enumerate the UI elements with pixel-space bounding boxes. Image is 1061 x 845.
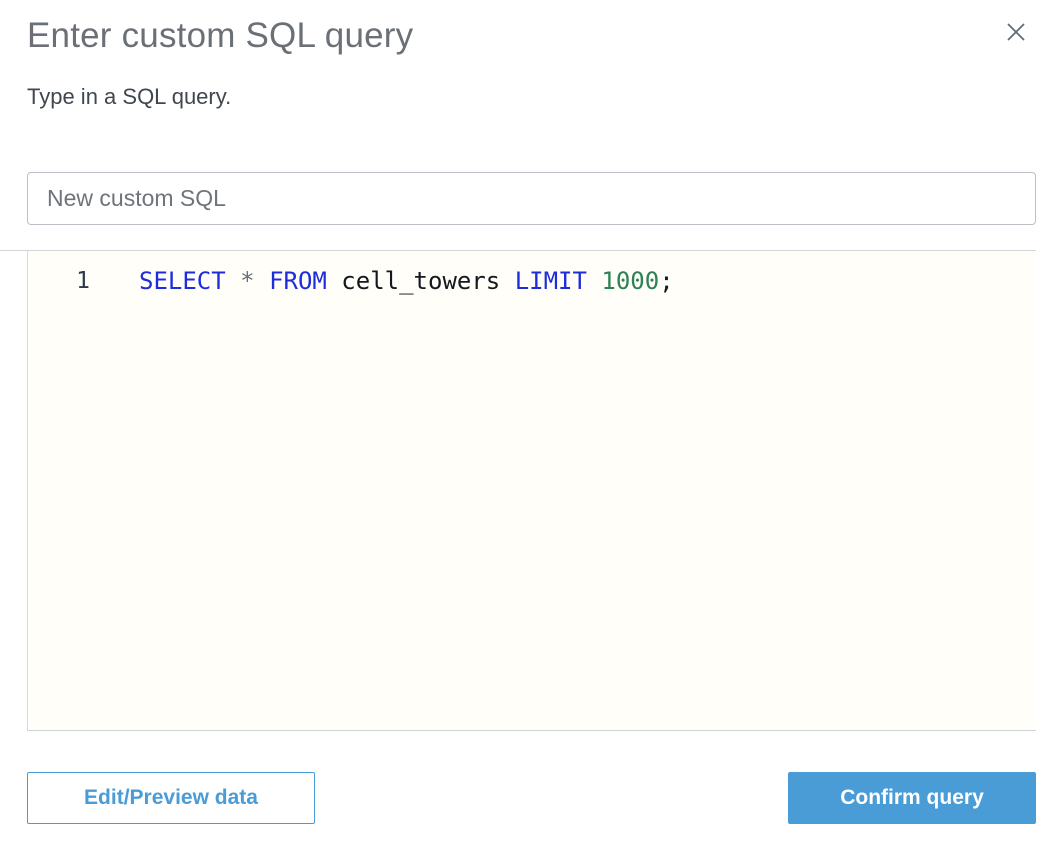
close-button[interactable] <box>1003 20 1029 46</box>
modal-footer: Edit/Preview data Confirm query <box>0 772 1061 824</box>
code-token-keyword: LIMIT <box>514 267 587 295</box>
confirm-query-button[interactable]: Confirm query <box>788 772 1036 824</box>
code-token-keyword: FROM <box>269 267 327 295</box>
modal-subtitle: Type in a SQL query. <box>27 84 232 109</box>
code-token-plain: ; <box>659 267 674 295</box>
edit-preview-data-button[interactable]: Edit/Preview data <box>27 772 315 824</box>
code-token-operator: * <box>240 267 255 295</box>
page-title: Enter custom SQL query <box>27 16 414 55</box>
sql-editor-section: 1 SELECT * FROM cell_towers LIMIT 1000; <box>0 250 1036 731</box>
close-icon <box>1005 21 1027 46</box>
code-line-tokens: SELECT * FROM cell_towers LIMIT 1000; <box>90 266 674 296</box>
code-token-keyword: SELECT <box>139 267 226 295</box>
code-line: 1 SELECT * FROM cell_towers LIMIT 1000; <box>28 251 1036 296</box>
line-number: 1 <box>76 268 90 294</box>
code-token-plain: cell_towers <box>326 267 515 295</box>
sql-code-editor[interactable]: 1 SELECT * FROM cell_towers LIMIT 1000; <box>27 251 1036 731</box>
custom-sql-name-input[interactable] <box>27 172 1036 225</box>
code-token-number: 1000 <box>601 267 660 295</box>
modal-header: Enter custom SQL query <box>0 0 1061 56</box>
custom-sql-modal: Enter custom SQL query Type in a SQL que… <box>0 0 1061 845</box>
